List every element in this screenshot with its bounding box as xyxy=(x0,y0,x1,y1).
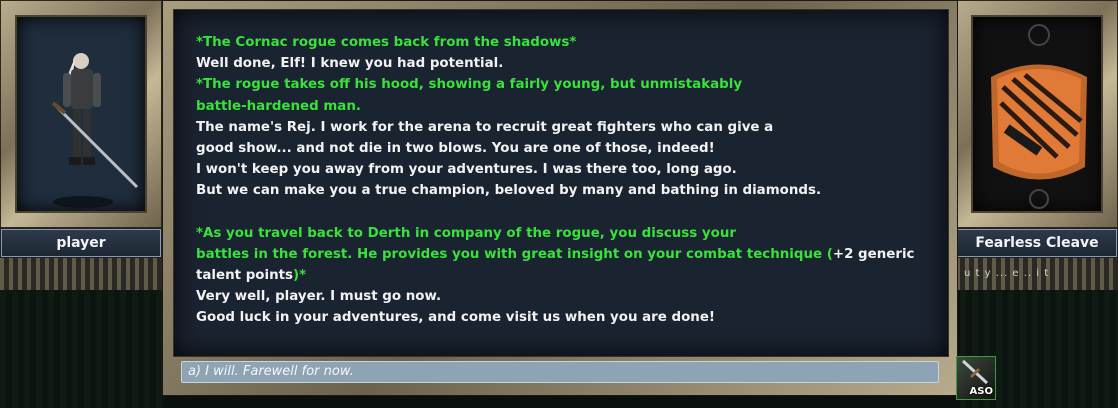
dialog-line: *The rogue takes off his hood, showing a… xyxy=(196,74,914,95)
answer-label[interactable]: a) I will. Farewell for now. xyxy=(188,362,354,382)
player-portrait-frame xyxy=(0,0,162,228)
dialog-line-tail: )* xyxy=(292,268,307,284)
dialog-line: But we can make you a true champion, bel… xyxy=(196,180,914,201)
dialog-line-text: Very well, player. I must go now. xyxy=(196,289,442,305)
chat-dialog: *The Cornac rogue comes back from the sh… xyxy=(162,0,958,396)
dialog-line: *As you travel back to Derth in company … xyxy=(196,223,914,244)
hotkey-label: ASO xyxy=(969,386,993,397)
player-name-label: player xyxy=(1,229,161,257)
side-overlay-text: u t y ... e .. i t xyxy=(964,268,1050,279)
dialog-line-text: battle-hardened man. xyxy=(196,98,361,114)
dialog-lines: *The Cornac rogue comes back from the sh… xyxy=(196,32,914,329)
dialog-line-text: battles in the forest. He provides you w… xyxy=(196,246,833,262)
dialog-line: The name's Rej. I work for the arena to … xyxy=(196,117,914,138)
dialog-text-panel[interactable]: *The Cornac rogue comes back from the sh… xyxy=(173,9,949,357)
dialog-line: I won't keep you away from your adventur… xyxy=(196,159,914,180)
dialog-line-text: talent points xyxy=(196,268,293,284)
dialog-line-text: But we can make you a true champion, bel… xyxy=(196,183,822,199)
talent-name-label: Fearless Cleave xyxy=(957,229,1117,257)
dialog-line: battles in the forest. He provides you w… xyxy=(196,244,914,265)
fearless-cleave-icon xyxy=(991,24,1087,209)
terrain-left xyxy=(0,290,165,408)
dialog-line: *The Cornac rogue comes back from the sh… xyxy=(196,32,914,53)
dialog-line: Very well, player. I must go now. xyxy=(196,286,914,307)
dialog-line-text: Well done, Elf! I knew you had potential… xyxy=(196,56,504,72)
dialog-line-text: *As you travel back to Derth in company … xyxy=(196,225,736,241)
dialog-line-text: The name's Rej. I work for the arena to … xyxy=(196,119,774,135)
talent-portrait xyxy=(971,15,1103,213)
hotkey-slot[interactable]: ASO xyxy=(956,356,996,400)
dialog-line-text: Good luck in your adventures, and come v… xyxy=(196,310,716,326)
dialog-line: good show... and not die in two blows. Y… xyxy=(196,138,914,159)
dialog-line-text: I won't keep you away from your adventur… xyxy=(196,162,737,178)
dialog-line: Good luck in your adventures, and come v… xyxy=(196,307,914,328)
dialog-line-text: *The rogue takes off his hood, showing a… xyxy=(196,77,743,93)
sword-icon xyxy=(961,359,989,385)
dialog-line: battle-hardened man. xyxy=(196,96,914,117)
dialog-line: talent points)* xyxy=(196,265,914,286)
talent-portrait-frame xyxy=(956,0,1118,228)
dialog-line-text: good show... and not die in two blows. Y… xyxy=(196,140,715,156)
player-portrait xyxy=(15,15,147,213)
dialog-line-tail: +2 generic xyxy=(832,246,915,262)
dialog-line-text: *The Cornac rogue comes back from the sh… xyxy=(196,35,577,50)
dialog-line: Well done, Elf! I knew you had potential… xyxy=(196,53,914,74)
player-figure-icon xyxy=(51,53,139,208)
left-ornament xyxy=(0,258,162,290)
answer-option-a[interactable]: a) I will. Farewell for now. xyxy=(181,361,939,383)
dialog-line xyxy=(196,202,914,223)
